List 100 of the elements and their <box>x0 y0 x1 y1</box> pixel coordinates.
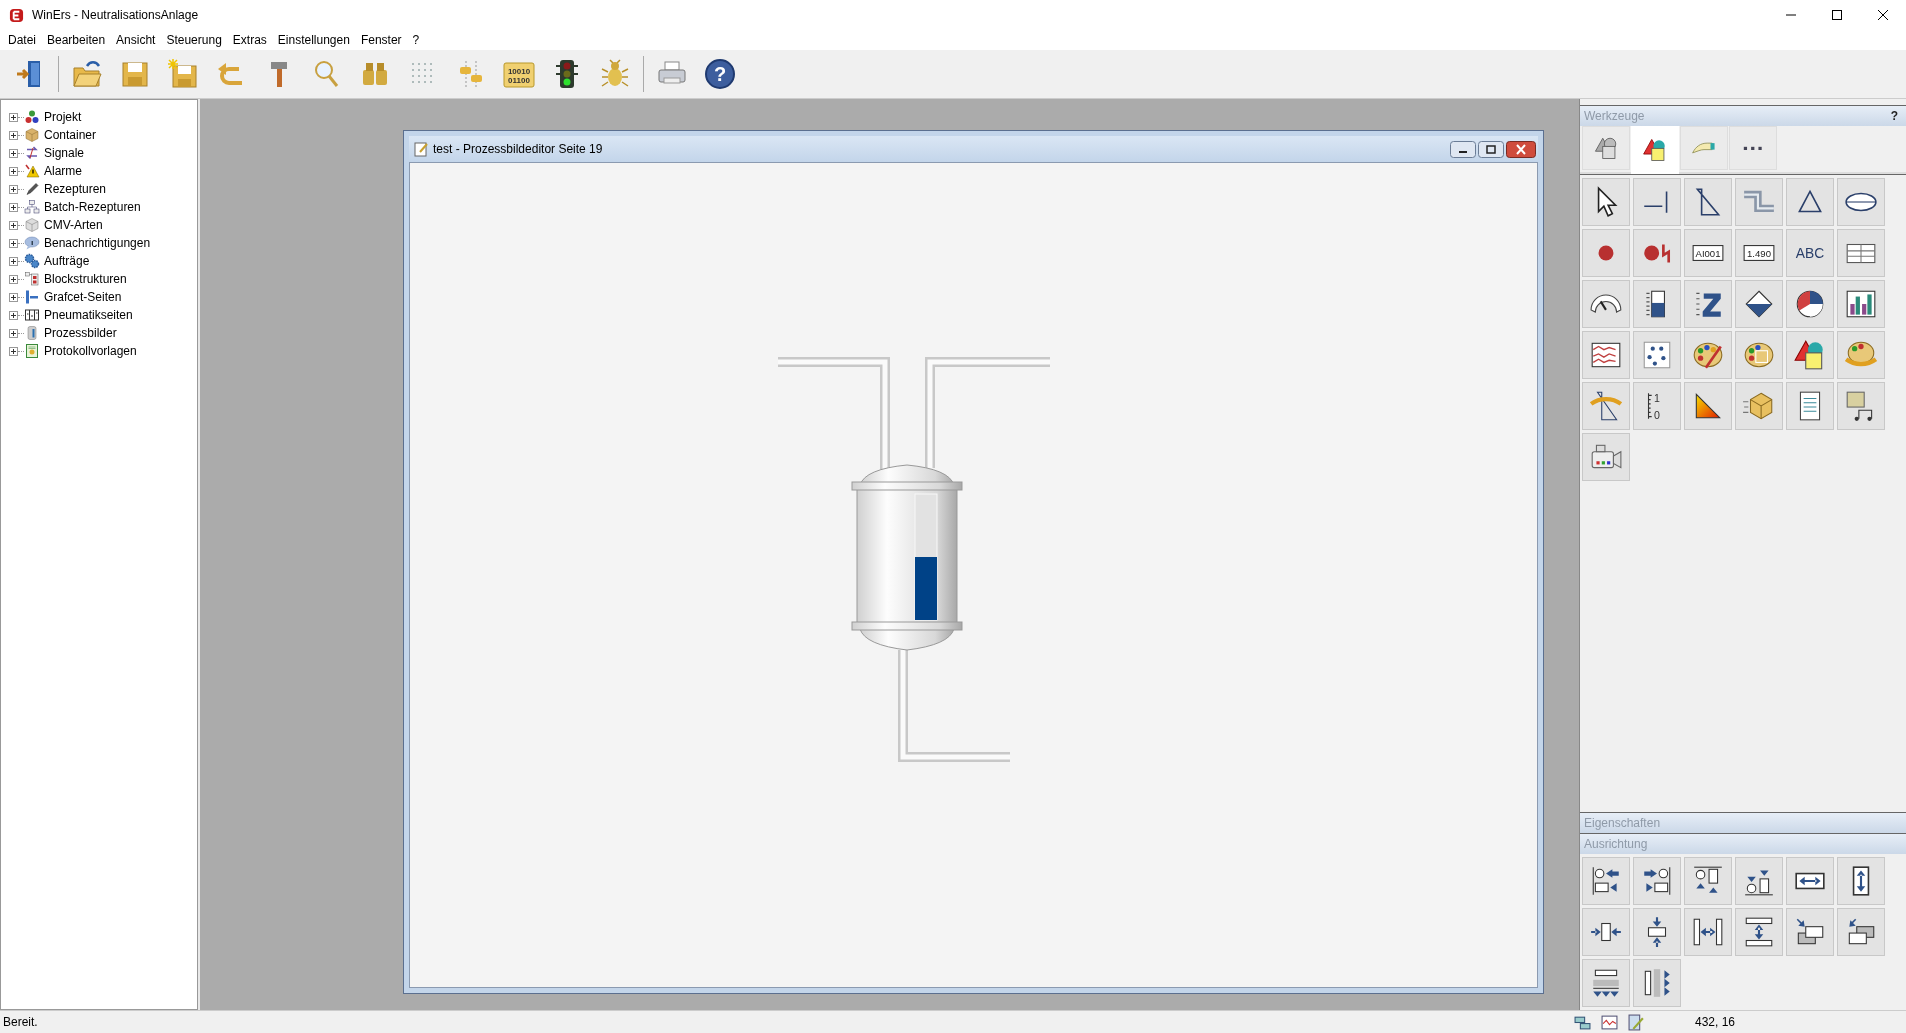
expand-icon[interactable] <box>9 310 18 320</box>
menu-item[interactable]: ? <box>408 33 425 47</box>
arrows-icon <box>24 145 40 161</box>
tool-button[interactable] <box>1582 331 1630 379</box>
tree-item[interactable]: Aufträge <box>44 254 90 268</box>
more-icon <box>1743 145 1763 151</box>
expand-icon[interactable] <box>9 346 18 356</box>
align-button[interactable] <box>1582 857 1630 905</box>
tool-button[interactable] <box>1837 229 1885 277</box>
tool-button[interactable]: 1 0 <box>1633 382 1681 430</box>
align-button[interactable] <box>1735 857 1783 905</box>
text-icon: ABC <box>1793 236 1827 270</box>
menu-item[interactable]: Bearbeiten <box>43 33 111 47</box>
align-button[interactable] <box>1786 908 1834 956</box>
expand-icon[interactable] <box>9 328 18 338</box>
line-chart-icon[interactable] <box>1601 1013 1618 1031</box>
tree-item[interactable]: Prozessbilder <box>44 326 117 340</box>
schematic-icon <box>24 307 40 323</box>
step-chart-icon <box>24 289 40 305</box>
tool-button[interactable] <box>1786 382 1834 430</box>
expand-icon[interactable] <box>9 184 18 194</box>
minimize-icon[interactable] <box>1450 140 1476 158</box>
menu-item[interactable]: Ansicht <box>112 33 161 47</box>
tree-item[interactable]: Rezepturen <box>44 182 107 196</box>
app-logo-icon <box>9 7 24 23</box>
tool-button[interactable] <box>1582 280 1630 328</box>
panel-title: Werkzeuge <box>1584 109 1645 123</box>
align-button[interactable] <box>1633 908 1681 956</box>
tree-item[interactable]: CMV-Arten <box>44 218 103 232</box>
tool-button[interactable] <box>1633 280 1681 328</box>
close-icon[interactable] <box>1877 9 1889 21</box>
menu-item[interactable]: Extras <box>228 33 272 47</box>
expand-icon[interactable] <box>9 202 18 212</box>
tree-item[interactable]: Protokollvorlagen <box>44 344 137 358</box>
tool-button[interactable] <box>1786 178 1834 226</box>
align-button[interactable] <box>1684 857 1732 905</box>
align-button[interactable] <box>1786 857 1834 905</box>
block-diagram-icon <box>24 271 40 287</box>
tool-button[interactable] <box>1735 280 1783 328</box>
tree-item[interactable]: Container <box>44 128 97 142</box>
align-button[interactable] <box>1735 908 1783 956</box>
editor-window-title: test - Prozessbildeditor Seite 19 <box>433 142 603 156</box>
pen-icon <box>24 181 40 197</box>
expand-icon[interactable] <box>9 220 18 230</box>
tool-tab[interactable] <box>1582 126 1630 170</box>
tool-button[interactable] <box>1786 280 1834 328</box>
certificate-icon <box>24 343 40 359</box>
tree-item[interactable]: Pneumatikseiten <box>44 308 133 322</box>
tool-button[interactable] <box>1837 280 1885 328</box>
expand-icon[interactable] <box>9 238 18 248</box>
tree-item[interactable]: Signale <box>44 146 85 160</box>
align-button[interactable] <box>1582 959 1630 1007</box>
expand-icon[interactable] <box>9 130 18 140</box>
shapes-icon <box>1593 135 1619 161</box>
tool-button[interactable]: AI001 <box>1684 229 1732 277</box>
align-button[interactable] <box>1633 857 1681 905</box>
tool-button[interactable] <box>1837 178 1885 226</box>
maximize-icon[interactable] <box>1831 9 1843 21</box>
menu-item[interactable]: Einstellungen <box>273 33 355 47</box>
expand-icon[interactable] <box>9 274 18 284</box>
close-icon[interactable] <box>1506 140 1536 158</box>
edit-icon[interactable] <box>1628 1013 1645 1031</box>
tank-icon <box>24 325 40 341</box>
speech-bubble-icon <box>24 235 40 251</box>
restore-icon[interactable] <box>1478 140 1504 158</box>
help-link[interactable]: ? <box>1890 109 1898 123</box>
align-button[interactable] <box>1684 908 1732 956</box>
expand-icon[interactable] <box>9 256 18 266</box>
expand-icon[interactable] <box>9 292 18 302</box>
tree-item[interactable]: Alarme <box>44 164 82 178</box>
tree-item[interactable]: Benachrichtigungen <box>44 236 151 250</box>
tool-button[interactable]: 1.490 <box>1735 229 1783 277</box>
expand-icon[interactable] <box>9 112 18 122</box>
align-button[interactable] <box>1582 908 1630 956</box>
menu-item[interactable]: Steuerung <box>162 33 227 47</box>
tree-item[interactable]: Grafcet-Seiten <box>44 290 122 304</box>
document-edit-icon <box>413 141 429 157</box>
balls-icon <box>24 109 40 125</box>
cursor-coordinates: 432, 16 <box>1695 1015 1736 1029</box>
tool-button[interactable] <box>1684 178 1732 226</box>
tool-button[interactable] <box>1582 178 1630 226</box>
help-icon[interactable]: ? <box>704 58 736 90</box>
menu-item[interactable]: Fenster <box>356 33 407 47</box>
tool-button[interactable] <box>1684 280 1732 328</box>
floppy-star-icon[interactable] <box>167 58 199 90</box>
open-folder-icon[interactable] <box>71 58 103 90</box>
panel-title: Eigenschaften <box>1584 816 1661 830</box>
menu-item[interactable]: Datei <box>4 33 41 47</box>
hierarchy-icon <box>24 199 40 215</box>
tool-button[interactable] <box>1684 382 1732 430</box>
align-button[interactable] <box>1633 959 1681 1007</box>
align-button[interactable] <box>1837 908 1885 956</box>
tree-item[interactable]: Batch-Rezepturen <box>44 200 141 214</box>
align-button[interactable] <box>1837 857 1885 905</box>
expand-icon[interactable] <box>9 166 18 176</box>
tool-button[interactable]: ABC <box>1786 229 1834 277</box>
tree-item[interactable]: Blockstrukturen <box>44 272 127 286</box>
box-icon <box>24 127 40 143</box>
tree-item[interactable]: Projekt <box>44 110 82 124</box>
expand-icon[interactable] <box>9 148 18 158</box>
